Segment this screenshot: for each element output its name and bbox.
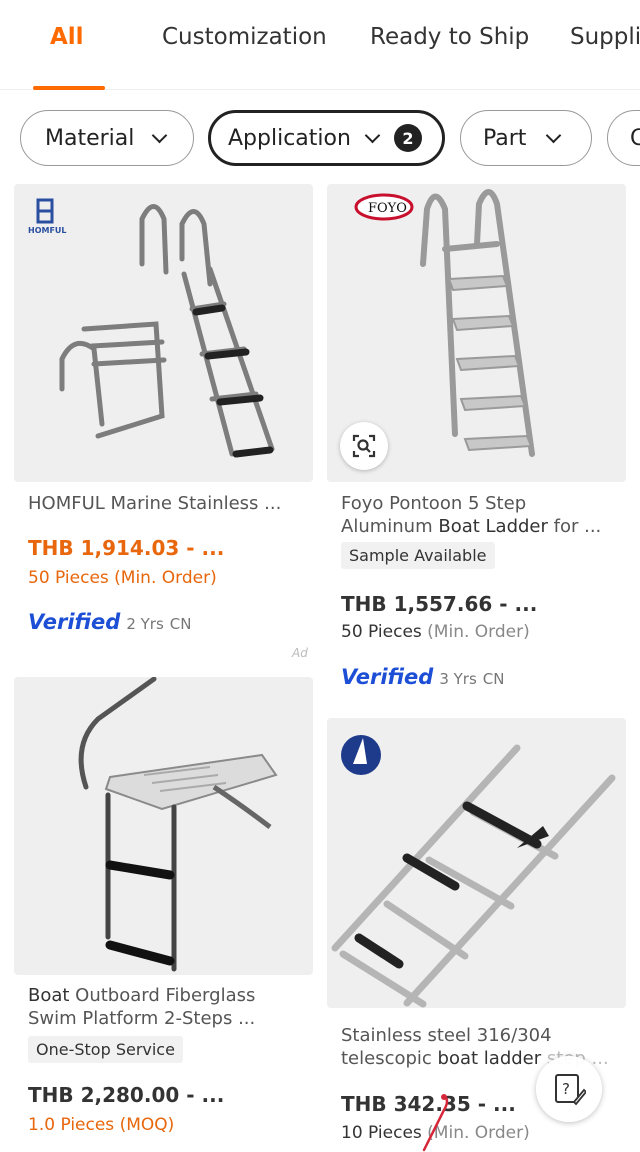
- product-title-line: Swim Platform 2-Steps ...: [28, 1008, 256, 1029]
- chevron-down-icon: [152, 127, 168, 143]
- product-card[interactable]: Boat Outboard Fiberglass Swim Platform 2…: [14, 677, 313, 1152]
- help-button[interactable]: ?: [536, 1056, 602, 1122]
- title-text: Aluminum: [341, 516, 439, 537]
- one-stop-service-tag: One-Stop Service: [28, 1036, 183, 1063]
- tab-customization[interactable]: Customization: [162, 24, 327, 50]
- foyo-logo: FOYO: [354, 193, 414, 221]
- tab-all[interactable]: All: [50, 24, 84, 50]
- homful-logo: HOMFUL: [28, 198, 67, 235]
- product-moq: 50 Pieces (Min. Order): [341, 622, 530, 642]
- product-card[interactable]: FOYO Foyo Pontoon 5 Step Aluminum Boat L…: [327, 184, 626, 704]
- touch-trace-mark: [422, 1094, 449, 1152]
- supplier-country: CN: [482, 670, 505, 688]
- supplier-years: 2 Yrs: [126, 615, 164, 633]
- product-moq: 50 Pieces (Min. Order): [28, 568, 217, 588]
- product-image[interactable]: [14, 677, 313, 975]
- chevron-down-icon: [546, 127, 562, 143]
- filter-label: Part: [483, 125, 527, 151]
- filter-label: C: [630, 125, 640, 151]
- filter-label: Material: [45, 125, 135, 151]
- title-text: Outboard Fiberglass: [69, 985, 256, 1006]
- supplier-years: 3 Yrs: [439, 670, 477, 688]
- chevron-down-icon: [364, 127, 381, 143]
- help-edit-icon: ?: [555, 1074, 586, 1106]
- product-title-line: Aluminum Boat Ladder for ...: [341, 515, 601, 538]
- supplier-verified: Verified 2 Yrs CN: [28, 610, 192, 634]
- svg-text:FOYO: FOYO: [368, 201, 407, 216]
- title-keyword: boat ladder: [437, 1048, 542, 1069]
- image-search-button[interactable]: [340, 422, 388, 470]
- product-card[interactable]: HOMFUL HOMFUL Marine Stainless ... THB 1…: [14, 184, 313, 664]
- tab-ready-to-ship[interactable]: Ready to Ship: [370, 24, 529, 50]
- product-title-line: Foyo Pontoon 5 Step: [341, 493, 527, 514]
- filter-count-badge: 2: [393, 124, 422, 152]
- product-title-line: Stainless steel 316/304: [341, 1025, 552, 1046]
- product-image[interactable]: HOMFUL: [14, 184, 313, 482]
- product-title[interactable]: Boat Outboard Fiberglass Swim Platform 2…: [28, 984, 255, 1030]
- product-moq: 1.0 Pieces (MOQ): [28, 1115, 175, 1135]
- active-tab-indicator: [33, 86, 105, 90]
- moq-value: 10 Pieces: [341, 1123, 422, 1143]
- verified-badge: Verified: [28, 610, 121, 634]
- supplier-country: CN: [169, 615, 192, 633]
- filter-application[interactable]: Application 2: [208, 110, 445, 166]
- moq-unit: (Min. Order): [421, 622, 530, 642]
- svg-text:HOMFUL: HOMFUL: [28, 226, 67, 235]
- tab-suppliers[interactable]: Supplie: [570, 24, 640, 50]
- brand-logo: [341, 735, 381, 775]
- title-keyword: Boat Ladder: [438, 516, 548, 537]
- sample-available-tag: Sample Available: [341, 542, 495, 569]
- title-keyword: Boat: [28, 985, 70, 1006]
- product-title-line: Boat Outboard Fiberglass: [28, 984, 255, 1007]
- product-title[interactable]: Foyo Pontoon 5 Step Aluminum Boat Ladder…: [341, 492, 601, 538]
- product-price: THB 1,914.03 - ...: [28, 536, 225, 560]
- moq-value: 50 Pieces: [341, 622, 422, 642]
- title-text: telescopic: [341, 1048, 438, 1069]
- filter-label: Application: [228, 125, 351, 151]
- image-search-icon: [352, 434, 376, 458]
- filter-part[interactable]: Part: [460, 110, 592, 166]
- product-price: THB 1,557.66 - ...: [341, 592, 538, 616]
- verified-badge: Verified: [341, 665, 434, 689]
- ad-label: Ad: [292, 646, 308, 660]
- supplier-verified: Verified 3 Yrs CN: [341, 665, 505, 689]
- filter-more[interactable]: C: [607, 110, 640, 166]
- product-title[interactable]: HOMFUL Marine Stainless ...: [28, 492, 281, 515]
- svg-text:?: ?: [562, 1080, 570, 1098]
- product-image[interactable]: [327, 718, 626, 1008]
- category-tabs: All Customization Ready to Ship Supplie: [0, 0, 640, 90]
- filter-material[interactable]: Material: [20, 110, 194, 166]
- product-price: THB 2,280.00 - ...: [28, 1083, 225, 1107]
- title-text: for ...: [547, 516, 602, 537]
